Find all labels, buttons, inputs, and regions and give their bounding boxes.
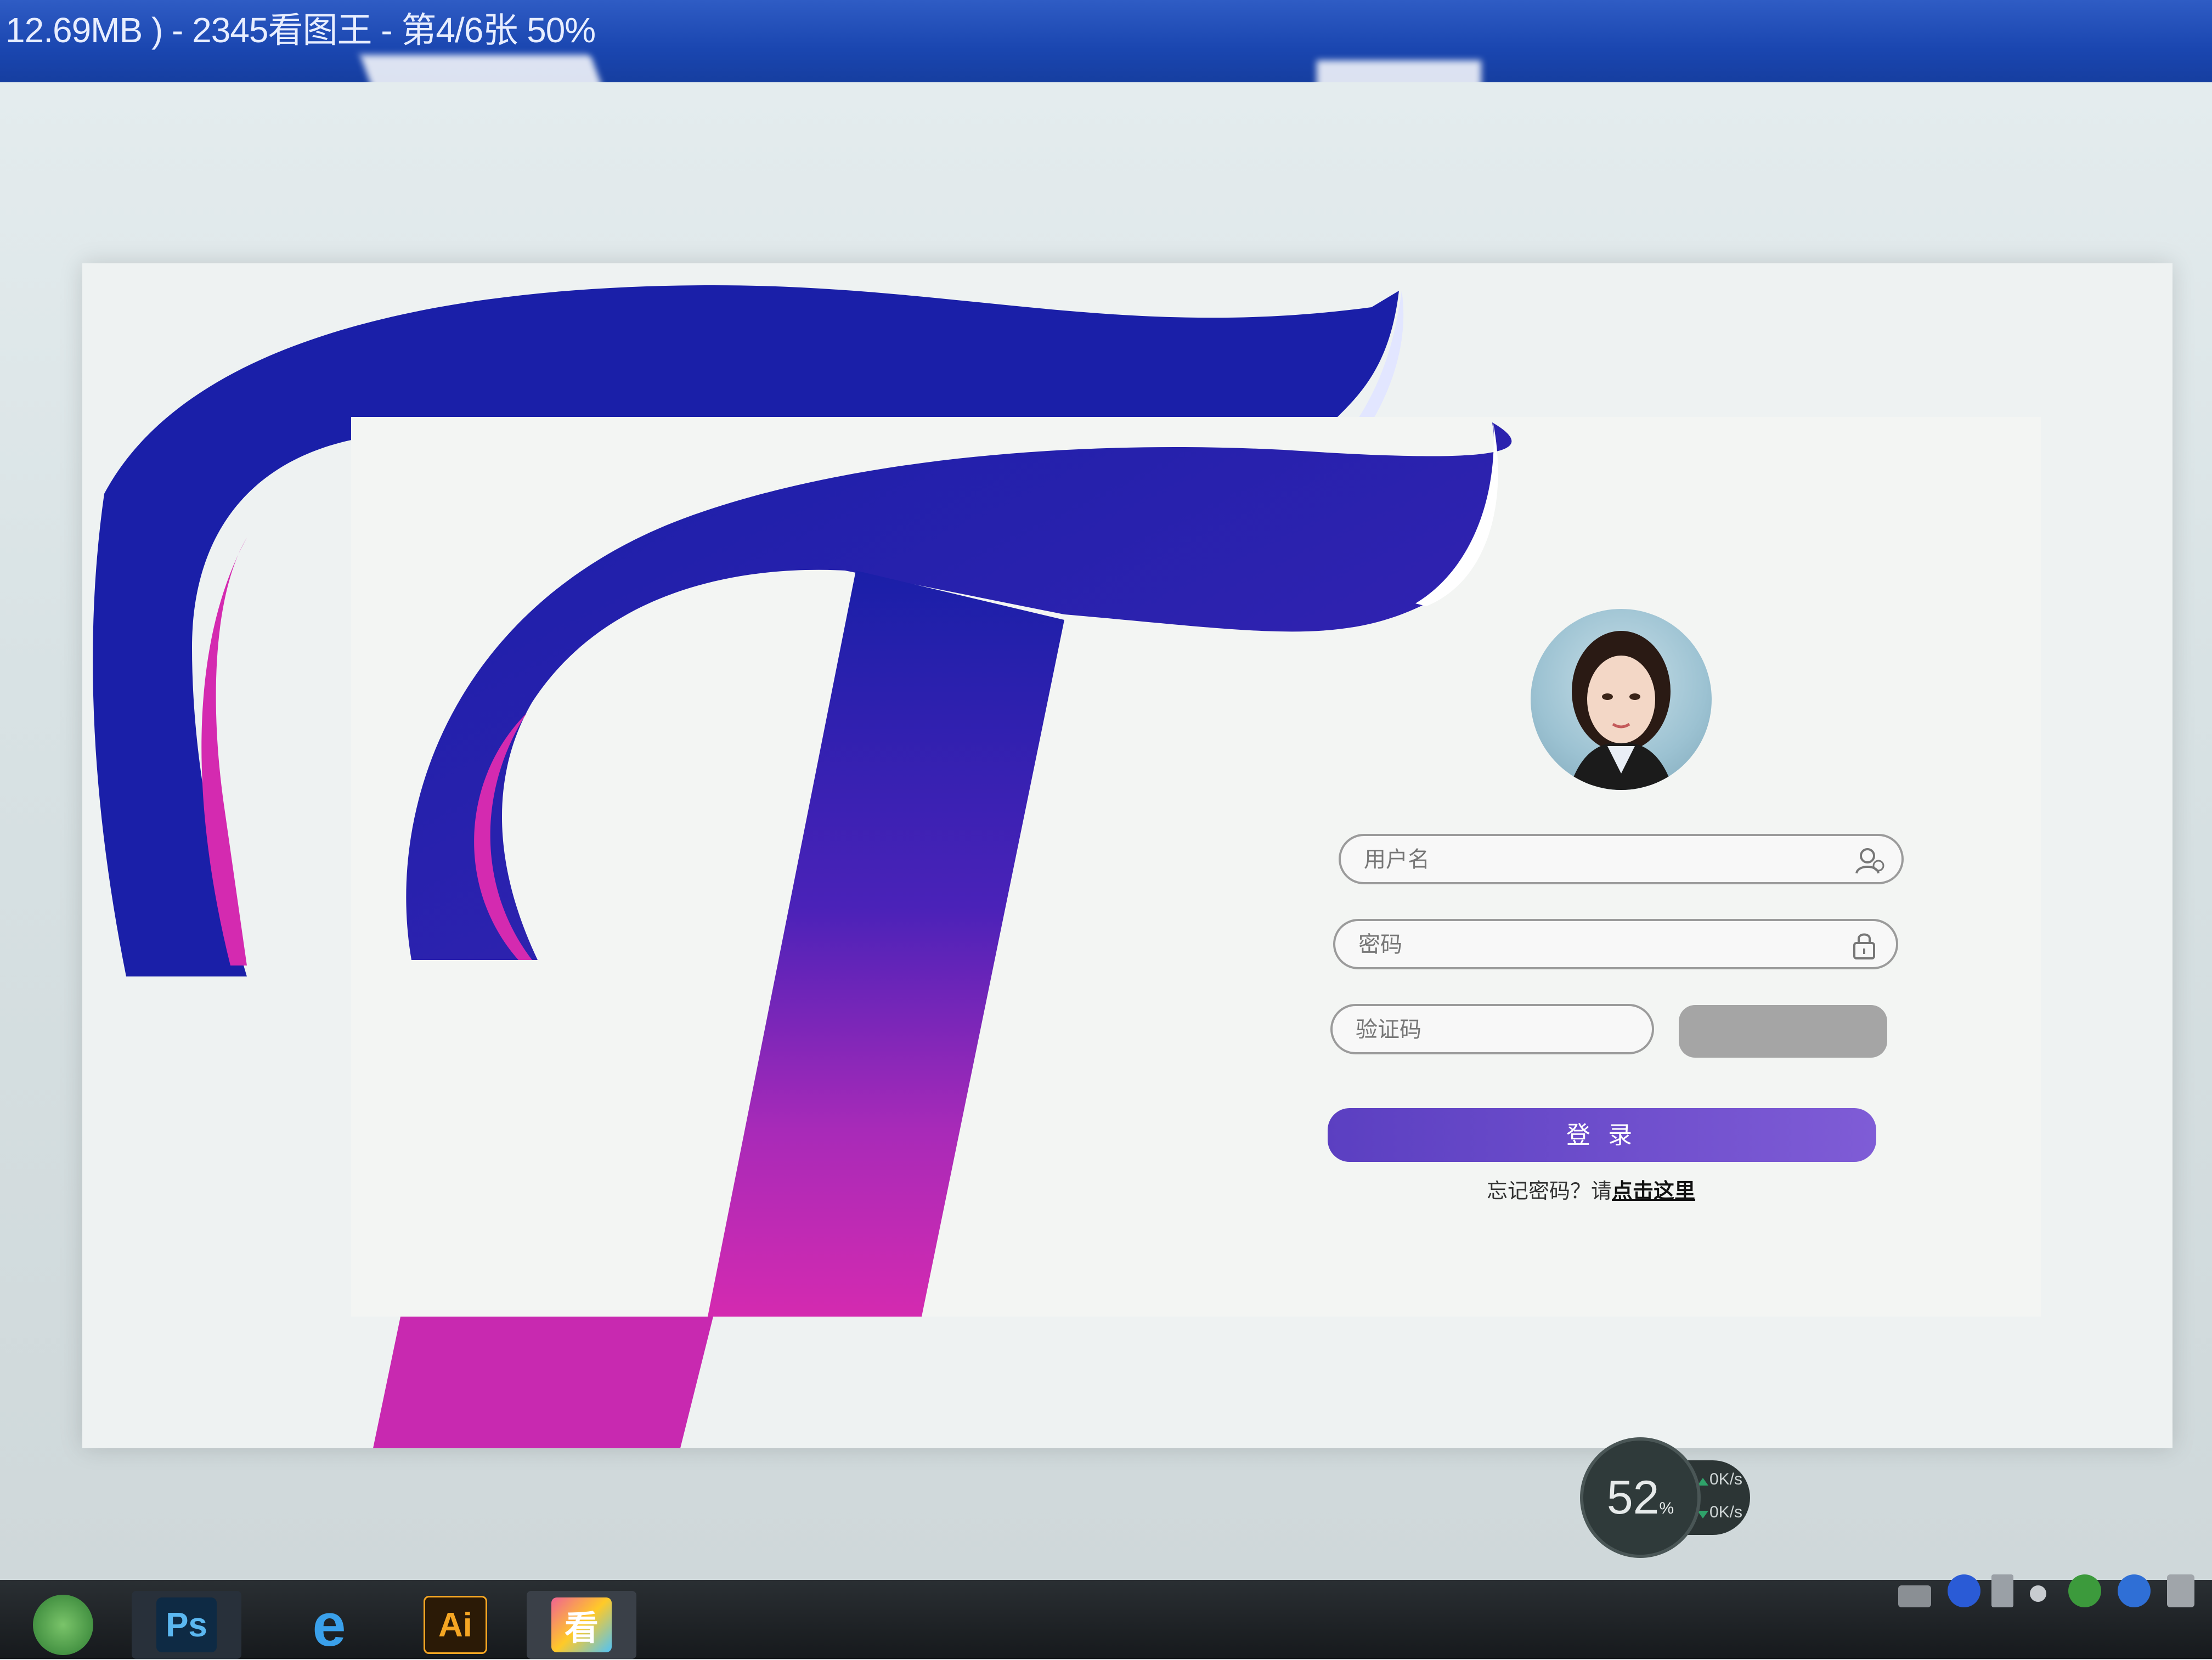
tray-help-icon[interactable]	[1948, 1574, 1980, 1607]
memory-usage-ring: 52%	[1580, 1437, 1701, 1558]
username-input[interactable]	[1363, 836, 1859, 883]
usage-unit: %	[1659, 1499, 1674, 1517]
tray-device-icon[interactable]	[2167, 1574, 2194, 1607]
forgot-password-text: 忘记密码？请点击这里	[1487, 1174, 1695, 1204]
taskbar-image-viewer[interactable]: 看	[527, 1591, 636, 1659]
login-button[interactable]: 登 录	[1328, 1108, 1876, 1162]
user-avatar	[1531, 609, 1712, 790]
windows-orb-icon	[33, 1595, 93, 1655]
taskbar-internet-explorer[interactable]: e	[274, 1591, 384, 1659]
upload-speed: 0K/s	[1709, 1470, 1742, 1488]
forgot-password-link[interactable]: 点击这里	[1612, 1180, 1695, 1203]
windows-taskbar: Ps e Ai 看	[0, 1580, 2212, 1659]
lock-icon	[1853, 933, 1875, 959]
avatar-portrait-icon	[1569, 631, 1673, 790]
window-title: 12.69MB ) - 2345看图王 - 第4/6张 50%	[5, 10, 596, 50]
forgot-prefix: 忘记密码？请	[1487, 1180, 1612, 1203]
tray-security-icon[interactable]	[2118, 1574, 2151, 1607]
taskbar-photoshop[interactable]: Ps	[132, 1591, 241, 1659]
username-field[interactable]	[1339, 834, 1904, 884]
password-field[interactable]	[1333, 919, 1898, 969]
captcha-input[interactable]	[1355, 1006, 1631, 1053]
window-titlebar: 12.69MB ) - 2345看图王 - 第4/6张 50%	[0, 0, 2212, 82]
tray-shield-icon[interactable]	[2068, 1574, 2101, 1607]
start-button[interactable]	[0, 1591, 126, 1659]
download-arrow-icon	[1697, 1511, 1708, 1518]
user-icon	[1855, 848, 1884, 874]
taskbar-illustrator[interactable]: Ai	[400, 1591, 510, 1659]
login-design-image	[351, 417, 2041, 1448]
captcha-image-button[interactable]	[1679, 1005, 1887, 1058]
usage-percent: 52	[1606, 1471, 1660, 1524]
photoshop-icon: Ps	[156, 1597, 217, 1652]
tray-folder-icon[interactable]	[1898, 1585, 1931, 1607]
captcha-field[interactable]	[1330, 1004, 1654, 1054]
illustrator-icon: Ai	[424, 1596, 487, 1654]
image-viewer-icon: 看	[551, 1597, 612, 1652]
password-input[interactable]	[1357, 921, 1853, 968]
tray-network-icon[interactable]	[1991, 1574, 2013, 1607]
tray-chevron-up-icon[interactable]	[2030, 1585, 2046, 1602]
internet-explorer-icon: e	[312, 1591, 346, 1659]
download-speed: 0K/s	[1709, 1503, 1742, 1521]
network-monitor-widget[interactable]: 0K/s 0K/s 52%	[1580, 1437, 1821, 1558]
